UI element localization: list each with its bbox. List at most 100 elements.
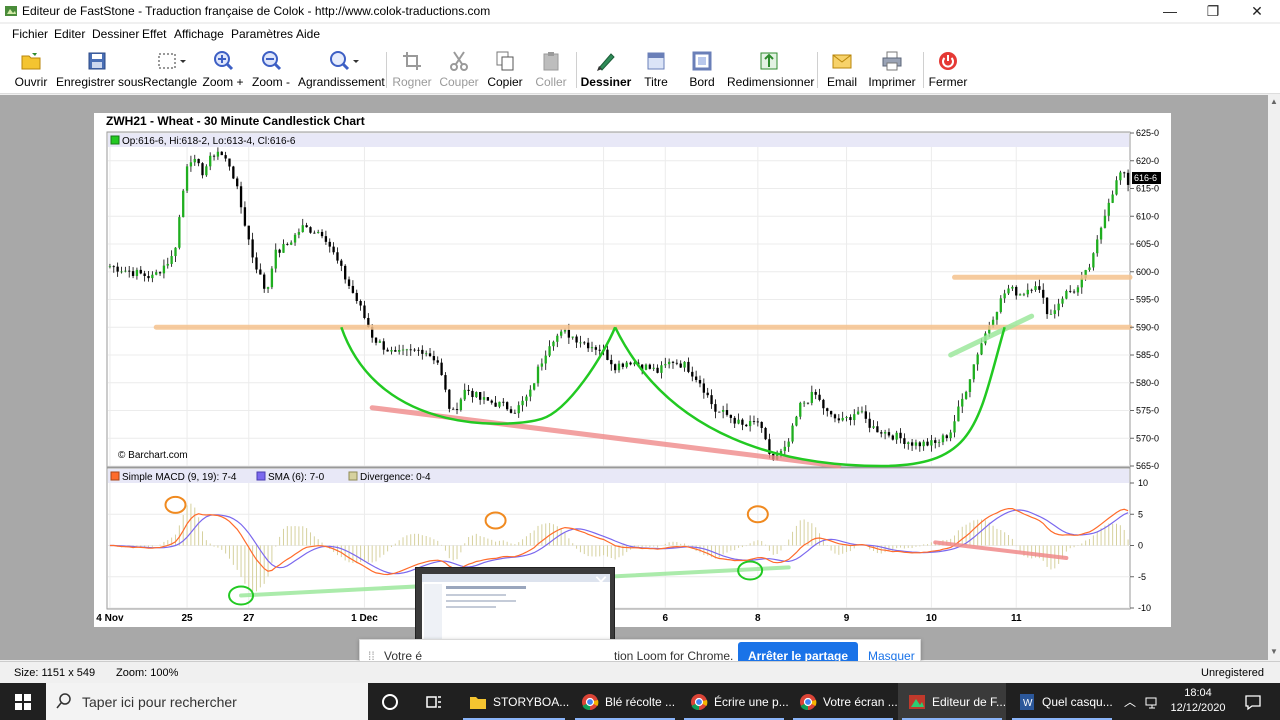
menu-parametres[interactable]: Paramètres [231,27,293,41]
taskbar-item-storyboard[interactable]: STORYBOA... [459,683,569,720]
enregistrer-button[interactable]: Enregistrer sous [56,48,143,92]
menu-aide[interactable]: Aide [296,27,320,41]
agrandissement-button[interactable]: Agrandissement [298,48,385,92]
candle-body [417,349,420,351]
candle-body [725,410,729,415]
search-placeholder: Taper ici pour rechercher [82,694,237,710]
candle-body [185,166,189,191]
candle-body [286,244,289,245]
coller-button[interactable]: Coller [530,48,572,92]
candle-body [563,329,567,332]
scroll-up-icon[interactable]: ▲ [1270,97,1278,106]
candle-body [683,361,686,368]
taskbar-item-word[interactable]: W Quel casqu... [1008,683,1116,720]
windows-logo-icon [15,693,31,710]
zoom-plus-button[interactable]: Zoom + [201,48,245,92]
redimensionner-button[interactable]: Redimensionner [727,48,814,92]
couper-button[interactable]: Couper [438,48,480,92]
taskbar-clock[interactable]: 18:04 12/12/2020 [1162,686,1234,716]
rogner-button[interactable]: Rogner [391,48,433,92]
titre-button[interactable]: Titre [638,48,674,92]
menu-fichier[interactable]: Fichier [12,27,48,41]
candle-body [324,236,328,242]
minimize-button[interactable]: — [1147,0,1193,22]
candle-body [139,269,142,274]
clock-date: 12/12/2020 [1170,702,1226,714]
notification-icon[interactable] [1244,693,1262,711]
copier-button[interactable]: Copier [484,48,526,92]
candle-body [1111,194,1114,203]
candle-body [232,166,235,179]
candle-body [1092,253,1095,268]
network-icon[interactable] [1144,694,1160,710]
candle-body [494,402,497,407]
candle-body [1061,298,1064,304]
candle-body [355,292,358,301]
rectangle-label: Rectangle [143,75,198,89]
candle-body [174,247,177,257]
sma-legend-swatch [256,471,266,481]
taskbar-item-faststone[interactable]: Editeur de F... [898,683,1006,720]
zoom-minus-button[interactable]: Zoom - [249,48,293,92]
menu-editer[interactable]: Editer [54,27,85,41]
candle-body [1053,310,1056,314]
vertical-scrollbar[interactable]: ▲ ▼ [1268,95,1280,660]
start-button[interactable] [0,683,46,720]
ouvrir-label: Ouvrir [14,75,48,89]
candle-body [791,425,794,442]
candle-body [205,166,208,176]
printer-icon [882,51,902,71]
paste-clipboard-icon [543,52,559,71]
email-button[interactable]: Email [824,48,860,92]
candle-body [737,419,740,424]
restore-button[interactable]: ❐ [1190,0,1236,22]
time-tick-label: 10 [926,613,938,624]
candle-body [860,411,864,413]
candle-body [710,395,713,405]
taskbar-item-chrome-1[interactable]: Blé récolte ... [571,683,679,720]
candle-body [891,435,894,440]
couper-label: Couper [439,75,479,89]
candle-body [957,406,960,422]
taskbar-item-label: Editeur de F... [932,695,1007,709]
candle-body [706,392,709,396]
candle-body [980,343,983,355]
ouvrir-button[interactable]: Ouvrir [10,48,52,92]
bord-button[interactable]: Bord [684,48,720,92]
preview-close-button[interactable]: ✕ [591,572,611,592]
fermer-button[interactable]: Fermer [928,48,968,92]
candle-body [822,399,825,409]
candle-body [409,349,412,351]
time-tick-label: 11 [1011,613,1022,624]
chevron-up-icon[interactable]: ︿ [1124,693,1136,710]
taskbar-item-chrome-2[interactable]: Écrire une p... [680,683,789,720]
candle-body [374,337,378,343]
menu-affichage[interactable]: Affichage [174,27,224,41]
zoom-level-label: Zoom: 100% [116,667,179,679]
close-window-button[interactable]: ✕ [1234,0,1280,22]
candle-body [679,363,682,368]
candle-body [903,438,906,444]
candle-body [1088,267,1091,270]
candle-body [579,342,582,344]
imprimer-label: Imprimer [868,75,916,89]
cortana-button[interactable] [370,683,410,720]
price-tick-label: 615-0 [1136,184,1159,194]
dessiner-button[interactable]: Dessiner [580,48,632,92]
candle-body [598,349,601,351]
taskbar-item-chrome-3[interactable]: Votre écran ... [789,683,898,720]
chart-image[interactable]: 625-0 620-0 615-0 610-0 605-0 600-0 595-0 590-0… [94,113,1171,627]
taskbar-search-box[interactable]: Taper ici pour rechercher [46,683,368,720]
candle-body [540,363,544,367]
imprimer-button[interactable]: Imprimer [866,48,918,92]
candle-body [1030,289,1033,291]
candle-body [390,350,393,352]
rectangle-button[interactable]: Rectangle [143,48,197,92]
candle-body [239,186,243,208]
menu-dessiner[interactable]: Dessiner [92,27,139,41]
task-view-button[interactable] [414,683,454,720]
menu-effet[interactable]: Effet [142,27,166,41]
candle-body [1018,294,1022,296]
candle-body [1034,286,1037,291]
scroll-down-icon[interactable]: ▼ [1270,647,1278,656]
